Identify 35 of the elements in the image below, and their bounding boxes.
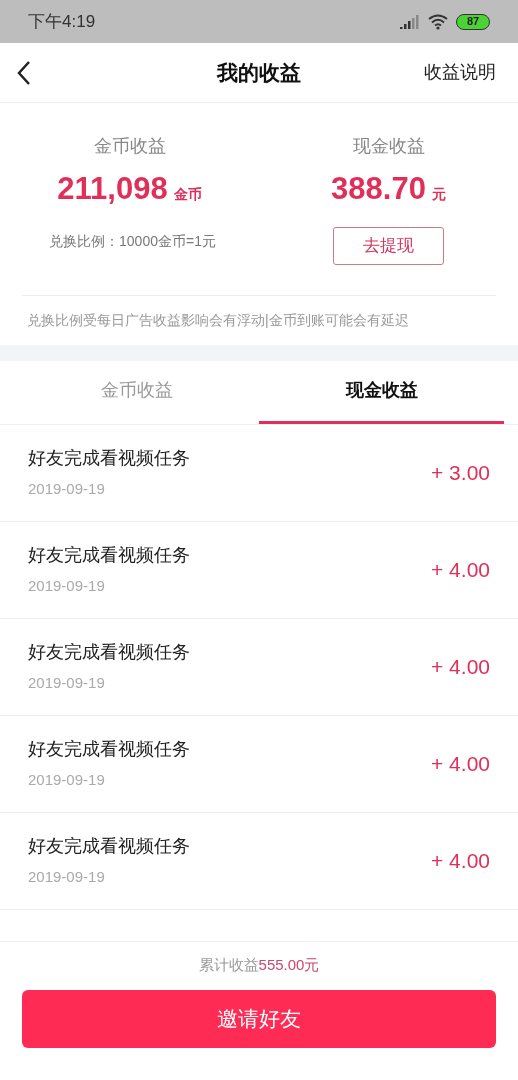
record-amount: + 3.00: [431, 459, 490, 486]
withdraw-button[interactable]: 去提现: [333, 226, 444, 265]
unit-label: 金币: [173, 185, 202, 204]
record-title: 好友完成看视频任务: [28, 737, 190, 761]
summary-label: 现金收益: [352, 135, 425, 158]
record-amount: + 4.00: [431, 556, 490, 583]
record-amount: + 4.00: [431, 750, 490, 777]
wifi-icon: [428, 13, 448, 30]
signal-icon: [400, 14, 420, 29]
exchange-rate-text: 兑换比例：10000金币=1元: [48, 231, 216, 251]
page-title: 我的收益: [217, 59, 301, 86]
summary-label: 金币收益: [93, 135, 166, 158]
record-amount: + 4.00: [431, 653, 490, 680]
record-title: 好友完成看视频任务: [28, 543, 190, 567]
status-time: 下午4:19: [28, 10, 96, 33]
record-date: 2019-09-19: [28, 575, 106, 596]
notice-text: 兑换比例受每日广告收益影响会有浮动|金币到账可能会有延迟: [26, 310, 410, 330]
record-title: 好友完成看视频任务: [28, 640, 190, 664]
record-amount: + 4.00: [431, 847, 490, 874]
back-icon[interactable]: [16, 59, 32, 86]
record-title: 好友完成看视频任务: [28, 446, 190, 470]
earnings-tab[interactable]: 金币收益: [14, 360, 259, 424]
record-title: 好友完成看视频任务: [28, 834, 190, 858]
earnings-tab[interactable]: 现金收益: [259, 360, 504, 424]
unit-label: 元: [431, 185, 446, 204]
invite-friends-button[interactable]: 邀请好友: [22, 990, 496, 1048]
record-date: 2019-09-19: [28, 478, 106, 499]
coin-balance: 211,098: [57, 170, 168, 208]
earnings-info-link[interactable]: 收益说明: [424, 59, 502, 86]
battery-icon: 87: [456, 13, 490, 30]
record-date: 2019-09-19: [28, 769, 106, 790]
cash-balance: 388.70: [331, 170, 426, 208]
record-date: 2019-09-19: [28, 866, 106, 887]
record-date: 2019-09-19: [28, 672, 106, 693]
total-earnings-text: 累计收益555.00元: [198, 954, 320, 975]
